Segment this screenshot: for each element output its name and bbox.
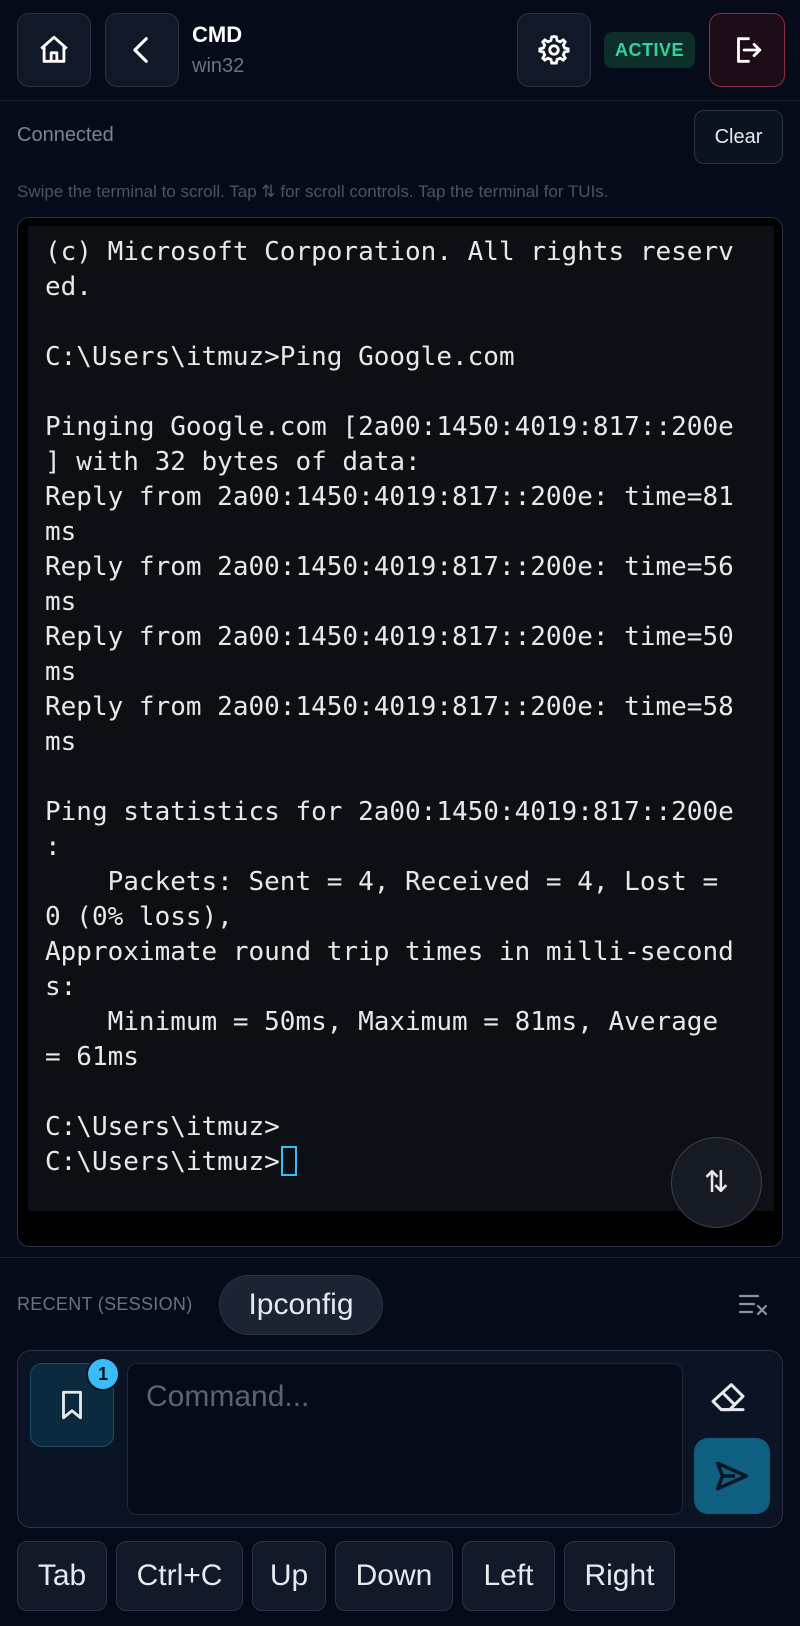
terminal-line: C:\Users\itmuz>Ping Google.com: [45, 342, 515, 372]
clear-list-icon: [738, 1294, 768, 1316]
scroll-controls-button[interactable]: ⇅: [671, 1137, 762, 1228]
key-right[interactable]: Right: [564, 1541, 675, 1611]
bookmark-icon: [62, 1390, 82, 1420]
home-button[interactable]: [17, 13, 91, 87]
status-badge: ACTIVE: [604, 32, 695, 68]
terminal-line: Reply from 2a00:1450:4019:817::200e: tim…: [45, 622, 734, 652]
connection-status: Connected: [17, 124, 114, 146]
clear-recent-button[interactable]: [738, 1291, 768, 1319]
back-button[interactable]: [105, 13, 179, 87]
eraser-icon: [711, 1383, 745, 1412]
key-tab[interactable]: Tab: [17, 1541, 107, 1611]
terminal-view[interactable]: (c) Microsoft Corporation. All rights re…: [17, 217, 783, 1247]
home-icon: [40, 35, 68, 63]
terminal-line: ] with 32 bytes of data:: [45, 447, 421, 477]
terminal-line: Approximate round trip times in milli-se…: [45, 937, 734, 967]
gear-icon: [538, 35, 570, 65]
terminal-line: Reply from 2a00:1450:4019:817::200e: tim…: [45, 552, 734, 582]
terminal-line: Reply from 2a00:1450:4019:817::200e: tim…: [45, 482, 734, 512]
terminal-line: 0 (0% loss),: [45, 902, 233, 932]
logout-icon: [737, 37, 762, 63]
terminal-line: :: [45, 832, 61, 862]
exit-button[interactable]: [709, 13, 785, 87]
clear-input-button[interactable]: [704, 1374, 752, 1422]
terminal-line: C:\Users\itmuz>: [45, 1112, 280, 1142]
terminal-line: Reply from 2a00:1450:4019:817::200e: tim…: [45, 692, 734, 722]
recent-command-chip[interactable]: Ipconfig: [219, 1275, 383, 1335]
terminal-line: Minimum = 50ms, Maximum = 81ms, Average: [45, 1007, 719, 1037]
page-subtitle: win32: [192, 55, 245, 77]
clear-button[interactable]: Clear: [694, 110, 783, 164]
recent-session-label: RECENT (SESSION): [17, 1294, 193, 1314]
chevron-left-icon: [133, 37, 148, 63]
terminal-line: ed.: [45, 272, 92, 302]
terminal-line: ms: [45, 587, 77, 617]
settings-button[interactable]: [517, 13, 591, 87]
terminal-line: = 61ms: [45, 1042, 139, 1072]
terminal-prompt-line: C:\Users\itmuz>: [45, 1144, 297, 1180]
key-ctrl-c[interactable]: Ctrl+C: [116, 1541, 243, 1611]
terminal-line: ms: [45, 727, 77, 757]
terminal-line: ms: [45, 517, 77, 547]
terminal-line: s:: [45, 972, 77, 1002]
send-icon: [716, 1461, 748, 1491]
key-down[interactable]: Down: [335, 1541, 453, 1611]
terminal-line: Ping statistics for 2a00:1450:4019:817::…: [45, 797, 734, 827]
page-title: CMD: [192, 22, 243, 47]
terminal-line: ms: [45, 657, 77, 687]
terminal-screen[interactable]: (c) Microsoft Corporation. All rights re…: [28, 226, 774, 1211]
key-left[interactable]: Left: [462, 1541, 555, 1611]
send-button[interactable]: [694, 1438, 770, 1514]
terminal-line: Packets: Sent = 4, Received = 4, Lost =: [45, 867, 719, 897]
section-divider: [0, 1257, 800, 1258]
terminal-prompt: C:\Users\itmuz>: [45, 1147, 280, 1177]
terminal-line: Pinging Google.com [2a00:1450:4019:817::…: [45, 412, 734, 442]
command-input[interactable]: [127, 1363, 683, 1515]
scroll-arrows-icon: ⇅: [703, 1166, 730, 1199]
scroll-hint: Swipe the terminal to scroll. Tap ⇅ for …: [17, 182, 609, 201]
terminal-line: (c) Microsoft Corporation. All rights re…: [45, 237, 734, 267]
key-up[interactable]: Up: [252, 1541, 326, 1611]
bookmark-count-badge: 1: [86, 1357, 120, 1391]
terminal-cursor: [280, 1146, 297, 1176]
header-bar: CMD win32 ACTIVE: [0, 0, 800, 101]
